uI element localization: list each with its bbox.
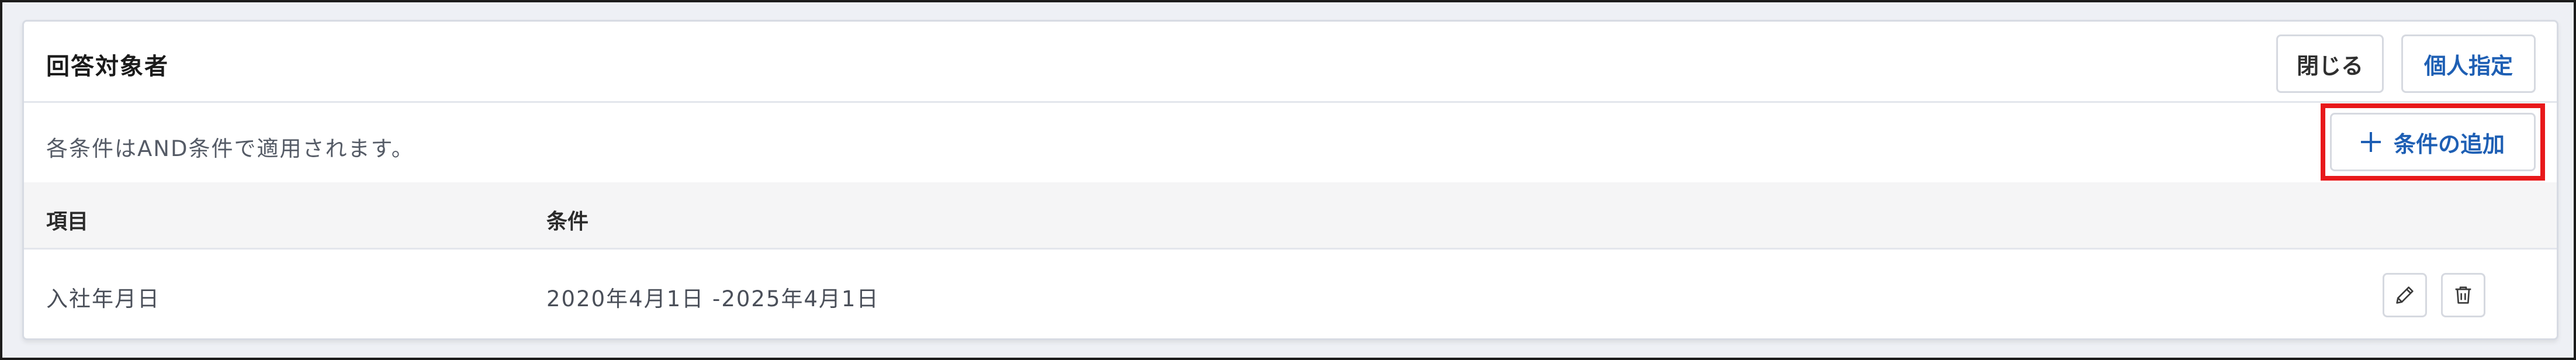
- add-condition-label: 条件の追加: [2393, 131, 2505, 157]
- cell-condition: 2020年4月1日 -2025年4月1日: [546, 286, 880, 311]
- edit-button[interactable]: [2383, 273, 2427, 317]
- respondents-panel: 回答対象者 閉じる 個人指定 各条件はAND条件で適用されます。 条件の追加 項…: [22, 20, 2558, 340]
- close-button[interactable]: 閉じる: [2276, 34, 2384, 93]
- conditions-description: 各条件はAND条件で適用されます。: [46, 136, 414, 161]
- plus-icon: [2360, 132, 2381, 152]
- pencil-icon: [2396, 286, 2414, 304]
- column-header-item: 項目: [46, 210, 89, 234]
- conditions-info-row: 各条件はAND条件で適用されます。: [24, 103, 2557, 182]
- table-header: 項目 条件: [24, 182, 2557, 250]
- panel-header: 回答対象者 閉じる 個人指定: [24, 22, 2557, 103]
- screenshot-frame: 回答対象者 閉じる 個人指定 各条件はAND条件で適用されます。 条件の追加 項…: [0, 0, 2576, 360]
- panel-title: 回答対象者: [46, 53, 169, 80]
- trash-icon: [2455, 286, 2471, 304]
- add-condition-button[interactable]: 条件の追加: [2330, 113, 2536, 171]
- column-header-condition: 条件: [546, 210, 589, 234]
- table-row: 入社年月日 2020年4月1日 -2025年4月1日: [24, 250, 2557, 338]
- individual-designation-button[interactable]: 個人指定: [2401, 34, 2536, 93]
- delete-button[interactable]: [2441, 273, 2485, 317]
- cell-item: 入社年月日: [46, 286, 160, 311]
